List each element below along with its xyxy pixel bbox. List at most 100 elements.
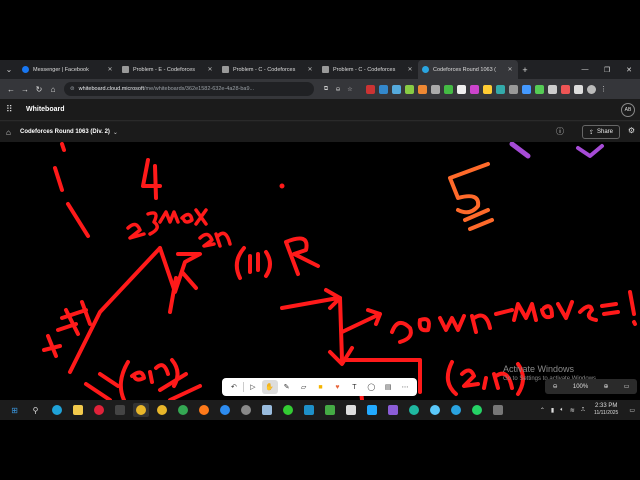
restore-icon[interactable]: ❐: [596, 60, 618, 79]
app-icon[interactable]: [427, 403, 443, 417]
app-icon[interactable]: [322, 403, 338, 417]
extension-icon[interactable]: [405, 84, 414, 94]
file-explorer-icon[interactable]: [70, 403, 86, 417]
app-icon[interactable]: [217, 403, 233, 417]
gear-icon[interactable]: ⚙: [628, 126, 635, 135]
share-button[interactable]: ⇪ Share: [581, 125, 620, 139]
text-tool-icon[interactable]: T: [346, 380, 362, 394]
sticky-note-icon[interactable]: ■: [313, 380, 329, 394]
extension-icon[interactable]: [522, 84, 531, 94]
browser-menu-icon[interactable]: ⋮: [600, 85, 609, 94]
extension-icon[interactable]: [418, 84, 427, 94]
bookmark-star-icon[interactable]: ☆: [344, 86, 356, 93]
network-icon[interactable]: ⎍: [581, 407, 585, 414]
tab-messenger[interactable]: Messenger | Facebook ✕: [18, 60, 118, 79]
app-icon[interactable]: [406, 403, 422, 417]
home-icon[interactable]: ⌂: [6, 128, 20, 137]
tab-close-icon[interactable]: ✕: [506, 66, 514, 73]
terminal-icon[interactable]: [112, 403, 128, 417]
extension-icon[interactable]: [457, 84, 466, 94]
profile-icon[interactable]: [587, 84, 596, 94]
extension-icon[interactable]: [392, 84, 401, 94]
chevron-up-icon[interactable]: ⌃: [540, 407, 545, 414]
forward-icon[interactable]: →: [18, 85, 32, 94]
help-icon[interactable]: ⓘ: [556, 126, 564, 137]
tab-whiteboard[interactable]: Codeforces Round 1063 ( ✕: [418, 60, 518, 79]
battery-icon[interactable]: ▮: [551, 407, 554, 414]
extension-icon[interactable]: [548, 84, 557, 94]
zoom-indicator-icon[interactable]: ⊖: [332, 86, 344, 93]
extension-icon[interactable]: [379, 84, 388, 94]
tab-problem-c-1[interactable]: Problem - C - Codeforces ✕: [218, 60, 318, 79]
share-label: Share: [596, 129, 613, 135]
extension-icon[interactable]: [431, 84, 440, 94]
app-icon[interactable]: [490, 403, 506, 417]
reaction-heart-icon[interactable]: ♥: [329, 380, 345, 394]
zoom-level[interactable]: 100%: [573, 384, 588, 390]
minimize-icon[interactable]: —: [574, 60, 596, 79]
app-launcher-icon[interactable]: ⠿: [6, 104, 22, 115]
extensions-puzzle-icon[interactable]: [574, 84, 583, 94]
settings-app-icon[interactable]: [238, 403, 254, 417]
start-icon[interactable]: ⊞: [7, 403, 23, 417]
visual-studio-icon[interactable]: [385, 403, 401, 417]
install-app-icon[interactable]: ⧉: [320, 86, 332, 93]
chrome-icon[interactable]: [132, 403, 149, 417]
opera-icon[interactable]: [91, 403, 107, 417]
hand-pan-icon[interactable]: ✋: [261, 380, 278, 394]
app-icon[interactable]: [343, 403, 359, 417]
back-icon[interactable]: ←: [4, 85, 18, 94]
chevron-down-icon[interactable]: ⌄: [113, 129, 118, 136]
extension-icon[interactable]: [561, 84, 570, 94]
windows-taskbar: ⊞ ⚲ ⌃ ▮ 🔈︎ ≋ ⎍ 2:33 PM 11/11/2025 ▭: [0, 400, 640, 420]
chrome-icon[interactable]: [175, 403, 191, 417]
whiteboard-canvas[interactable]: Activate Windows Go to Settings to activ…: [0, 142, 640, 400]
app-icon[interactable]: [301, 403, 317, 417]
notification-icon[interactable]: ▭: [629, 407, 635, 414]
clock[interactable]: 2:33 PM 11/11/2025: [594, 403, 618, 417]
eraser-icon[interactable]: ▱: [296, 380, 312, 394]
tab-problem-c-2[interactable]: Problem - C - Codeforces ✕: [318, 60, 418, 79]
site-info-icon[interactable]: ⊜: [70, 86, 75, 92]
volume-icon[interactable]: 🔈︎: [560, 407, 564, 414]
telegram-icon[interactable]: [448, 403, 464, 417]
tab-search-icon[interactable]: ⌄: [0, 60, 18, 79]
tab-close-icon[interactable]: ✕: [206, 66, 214, 73]
close-window-icon[interactable]: ✕: [618, 60, 640, 79]
extension-icon[interactable]: [483, 84, 492, 94]
tab-close-icon[interactable]: ✕: [406, 66, 414, 73]
undo-icon[interactable]: ↶: [226, 380, 242, 394]
notepad-icon[interactable]: [259, 403, 275, 417]
zoom-out-icon[interactable]: ⊖: [553, 383, 558, 390]
extension-icon[interactable]: [496, 84, 505, 94]
new-tab-button[interactable]: +: [518, 65, 532, 75]
extension-icon[interactable]: [366, 84, 375, 94]
chrome-icon[interactable]: [154, 403, 170, 417]
app-icon[interactable]: [364, 403, 380, 417]
board-title[interactable]: Codeforces Round 1063 (Div. 2): [20, 129, 110, 135]
insert-icon[interactable]: ▤: [380, 380, 396, 394]
edge-icon[interactable]: [49, 403, 65, 417]
address-bar[interactable]: ⊜ whiteboard.cloud.microsoft/me/whiteboa…: [64, 82, 314, 96]
app-icon[interactable]: [280, 403, 296, 417]
pen-icon[interactable]: ✎: [279, 380, 295, 394]
select-pointer-icon[interactable]: ▷: [245, 380, 261, 394]
avatar[interactable]: AB: [621, 103, 635, 117]
tab-problem-e[interactable]: Problem - E - Codeforces ✕: [118, 60, 218, 79]
firefox-icon[interactable]: [196, 403, 212, 417]
zoom-in-icon[interactable]: ⊕: [603, 383, 608, 390]
search-icon[interactable]: ⚲: [28, 403, 44, 417]
fit-screen-icon[interactable]: ▭: [624, 383, 630, 390]
shapes-icon[interactable]: ◯: [363, 380, 379, 394]
home-nav-icon[interactable]: ⌂: [46, 85, 60, 94]
extension-icon[interactable]: [470, 84, 479, 94]
whatsapp-icon[interactable]: [469, 403, 485, 417]
extension-icon[interactable]: [535, 84, 544, 94]
reload-icon[interactable]: ↻: [32, 85, 46, 94]
tab-close-icon[interactable]: ✕: [106, 66, 114, 73]
extension-icon[interactable]: [444, 84, 453, 94]
tab-close-icon[interactable]: ✕: [306, 66, 314, 73]
wifi-icon[interactable]: ≋: [570, 407, 575, 414]
more-tools-icon[interactable]: ⋯: [397, 380, 413, 394]
extension-icon[interactable]: [509, 84, 518, 94]
